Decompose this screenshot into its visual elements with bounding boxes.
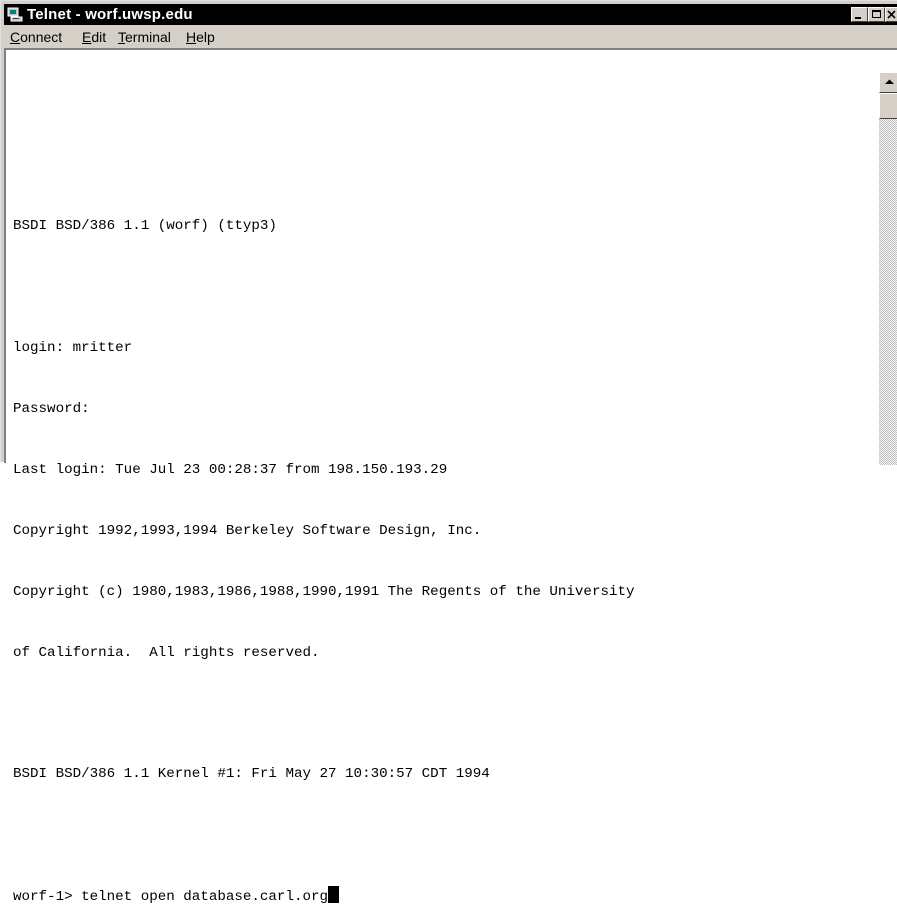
command-text: worf-1> telnet open database.carl.org [13, 889, 329, 906]
terminal-line: Copyright 1992,1993,1994 Berkeley Softwa… [13, 522, 482, 539]
menu-connect[interactable]: Connect [10, 29, 62, 45]
menu-edit-label: dit [91, 29, 107, 45]
menu-terminal-label: erminal [125, 29, 171, 45]
maximize-button[interactable] [868, 7, 885, 22]
terminal-line: BSDI BSD/386 1.1 Kernel #1: Fri May 27 1… [13, 766, 490, 783]
menu-help-hotkey: H [186, 29, 197, 45]
terminal-line: login: mritter [13, 340, 133, 357]
menu-help[interactable]: Help [186, 29, 215, 45]
menu-connect-label: onnect [20, 29, 63, 45]
scroll-thumb[interactable] [879, 93, 897, 119]
terminal-line: of California. All rights reserved. [13, 644, 320, 661]
title-bar[interactable]: Telnet - worf.uwsp.edu [4, 4, 897, 25]
close-button[interactable] [885, 7, 897, 22]
minimize-icon [855, 17, 861, 19]
terminal-line: Copyright (c) 1980,1983,1986,1988,1990,1… [13, 583, 635, 600]
menu-connect-hotkey: C [10, 29, 21, 45]
vertical-scrollbar[interactable] [879, 72, 897, 465]
menu-terminal-hotkey: T [118, 29, 125, 45]
menu-bar: Connect Edit Terminal Help [4, 26, 897, 47]
scroll-up-button[interactable] [879, 72, 897, 93]
close-icon [887, 10, 896, 19]
terminal-output[interactable]: BSDI BSD/386 1.1 (worf) (ttyp3) login: m… [13, 54, 873, 905]
maximize-icon [872, 10, 881, 18]
terminal-line: BSDI BSD/386 1.1 (worf) (ttyp3) [13, 218, 277, 235]
terminal-line: Password: [13, 401, 90, 418]
arrow-up-icon [885, 79, 894, 84]
menu-edit-hotkey: E [82, 29, 92, 45]
command-line[interactable]: worf-1> telnet open database.carl.org [13, 886, 873, 906]
minimize-button[interactable] [851, 7, 868, 22]
terminal-area[interactable]: BSDI BSD/386 1.1 (worf) (ttyp3) login: m… [4, 48, 897, 905]
terminal-line: Last login: Tue Jul 23 00:28:37 from 198… [13, 461, 448, 478]
telnet-window: Telnet - worf.uwsp.edu Connect Edit Term… [0, 0, 897, 905]
menu-terminal[interactable]: Terminal [118, 29, 171, 45]
menu-help-label: elp [196, 29, 215, 45]
menu-edit[interactable]: Edit [82, 29, 106, 45]
computer-icon[interactable] [7, 7, 23, 22]
text-cursor [328, 886, 340, 904]
window-title: Telnet - worf.uwsp.edu [27, 6, 193, 23]
